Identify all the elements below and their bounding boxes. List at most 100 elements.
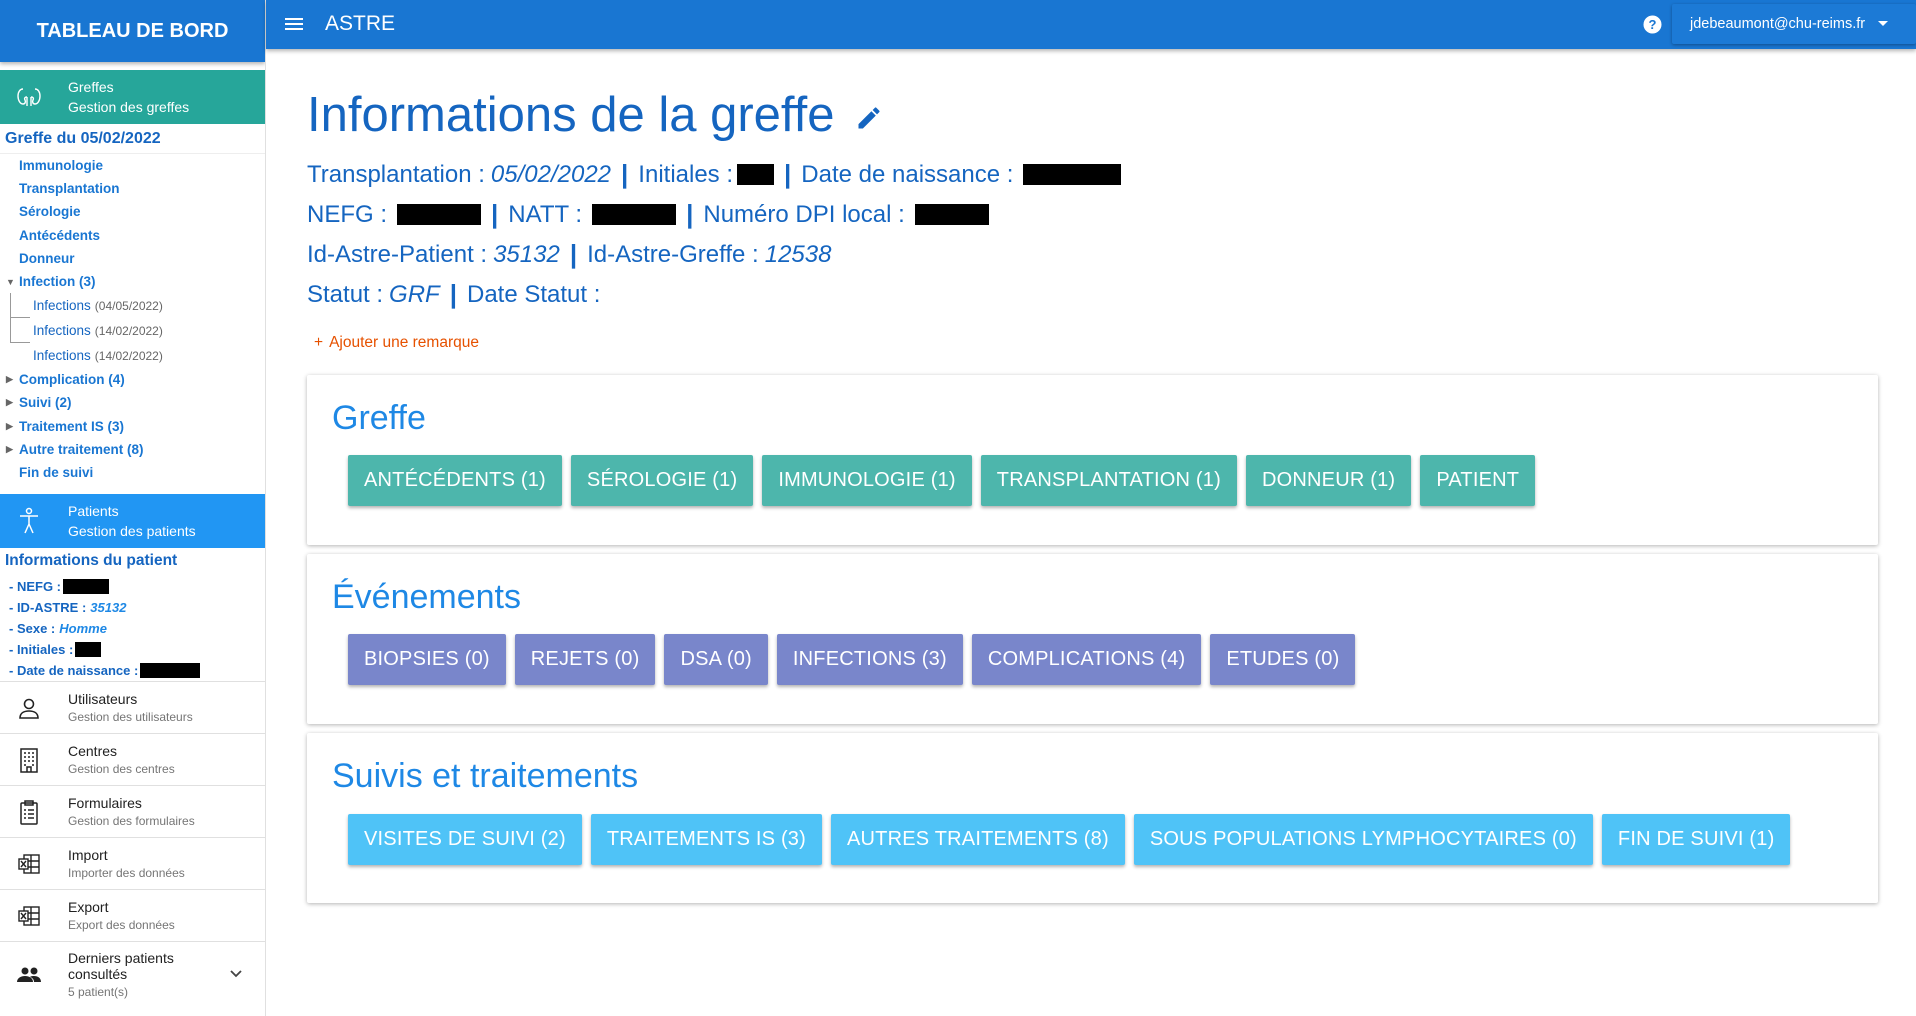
separator: | bbox=[449, 279, 457, 309]
tree-item-immunologie[interactable]: Immunologie bbox=[0, 154, 265, 177]
patient-nefg: - NEFG : bbox=[5, 576, 265, 597]
tree-subitem-infection[interactable]: Infections (14/02/2022) bbox=[0, 343, 265, 368]
menu-item-export[interactable]: Export Export des données bbox=[0, 889, 265, 941]
etudes-button[interactable]: ETUDES (0) bbox=[1210, 634, 1356, 685]
immunologie-button[interactable]: IMMUNOLOGIE (1) bbox=[762, 455, 972, 506]
sous-populations-button[interactable]: SOUS POPULATIONS LYMPHOCYTAIRES (0) bbox=[1133, 814, 1593, 865]
menu-label: Derniers patients consultés bbox=[68, 950, 174, 983]
patient-idastre: - ID-ASTRE : 35132 bbox=[5, 597, 265, 618]
user-menu-button[interactable]: jdebeaumont@chu-reims.fr bbox=[1672, 4, 1916, 44]
tree-item-traitement-is[interactable]: ▶ Traitement IS (3) bbox=[0, 415, 265, 438]
menu-item-derniers-patients[interactable]: Derniers patients consultés 5 patient(s) bbox=[0, 941, 265, 1007]
transplantation-value: 05/02/2022 bbox=[490, 160, 612, 188]
menu-sub: 5 patient(s) bbox=[68, 985, 129, 1000]
redacted-value bbox=[63, 579, 109, 595]
traitements-is-button[interactable]: TRAITEMENTS IS (3) bbox=[590, 814, 822, 865]
caret-right-icon[interactable]: ▶ bbox=[6, 421, 13, 432]
help-icon[interactable]: ? bbox=[1643, 15, 1662, 34]
excel-import-icon bbox=[14, 849, 44, 879]
statut-value: GRF bbox=[389, 280, 440, 308]
people-icon bbox=[14, 960, 44, 990]
menu-item-centres[interactable]: Centres Gestion des centres bbox=[0, 733, 265, 785]
building-icon bbox=[14, 745, 44, 775]
redacted-value bbox=[592, 204, 677, 225]
nefg-label: - NEFG : bbox=[9, 579, 61, 595]
sexe-value: Homme bbox=[59, 621, 107, 637]
serologie-button[interactable]: SÉROLOGIE (1) bbox=[570, 455, 754, 506]
svg-text:?: ? bbox=[1649, 17, 1657, 32]
tree-item-suivi-label: Suivi (2) bbox=[19, 395, 72, 411]
caret-right-icon[interactable]: ▶ bbox=[6, 374, 13, 385]
tree-item-donneur[interactable]: Donneur bbox=[0, 247, 265, 270]
date-statut-label: Date Statut : bbox=[467, 280, 601, 308]
fin-de-suivi-button[interactable]: FIN DE SUIVI (1) bbox=[1601, 814, 1791, 865]
id-patient-value: 35132 bbox=[493, 240, 560, 268]
complications-button[interactable]: COMPLICATIONS (4) bbox=[971, 634, 1202, 685]
dashboard-title[interactable]: TABLEAU DE BORD bbox=[0, 0, 265, 62]
transplantation-button[interactable]: TRANSPLANTATION (1) bbox=[980, 455, 1237, 506]
add-remark-label: Ajouter une remarque bbox=[329, 334, 479, 351]
tree-item-complication[interactable]: ▶ Complication (4) bbox=[0, 368, 265, 391]
donneur-button[interactable]: DONNEUR (1) bbox=[1245, 455, 1412, 506]
caret-down-icon bbox=[1878, 21, 1888, 26]
menu-label: Centres bbox=[68, 743, 118, 760]
app-title: ASTRE bbox=[325, 12, 396, 35]
caret-right-icon[interactable]: ▶ bbox=[6, 444, 13, 455]
tree-connector bbox=[10, 293, 30, 319]
tree-item-serologie[interactable]: Sérologie bbox=[0, 200, 265, 223]
sidebar-section-greffes[interactable]: Greffes Gestion des greffes bbox=[0, 70, 265, 124]
separator: | bbox=[784, 159, 792, 189]
idastre-label: - ID-ASTRE : bbox=[9, 600, 87, 616]
transplantation-label: Transplantation : bbox=[307, 160, 485, 188]
menu-item-import[interactable]: Import Importer des données bbox=[0, 837, 265, 889]
excel-export-icon bbox=[14, 901, 44, 931]
tree-item-suivi[interactable]: ▶ Suivi (2) bbox=[0, 391, 265, 414]
user-email: jdebeaumont@chu-reims.fr bbox=[1690, 16, 1866, 32]
autres-traitements-button[interactable]: AUTRES TRAITEMENTS (8) bbox=[831, 814, 1125, 865]
infections-button[interactable]: INFECTIONS (3) bbox=[776, 634, 963, 685]
visites-de-suivi-button[interactable]: VISITES DE SUIVI (2) bbox=[348, 814, 582, 865]
kidneys-icon bbox=[14, 82, 44, 112]
patient-button[interactable]: PATIENT bbox=[1420, 455, 1536, 506]
plus-icon: + bbox=[314, 334, 324, 351]
person-icon bbox=[14, 506, 44, 536]
tree-item-fin-de-suivi[interactable]: Fin de suivi bbox=[0, 461, 265, 484]
menu-icon[interactable] bbox=[284, 14, 304, 34]
tree-subitem-infection[interactable]: Infections (04/05/2022) bbox=[0, 293, 265, 319]
redacted-value bbox=[75, 642, 102, 658]
antecedents-button[interactable]: ANTÉCÉDENTS (1) bbox=[348, 455, 562, 506]
tree-item-antecedents[interactable]: Antécédents bbox=[0, 224, 265, 247]
menu-item-formulaires[interactable]: Formulaires Gestion des formulaires bbox=[0, 785, 265, 837]
caret-right-icon[interactable]: ▶ bbox=[6, 397, 13, 408]
caret-down-icon[interactable]: ▼ bbox=[6, 277, 15, 287]
tree-item-infection[interactable]: ▼ Infection (3) bbox=[0, 270, 265, 293]
page-title: Informations de la greffe bbox=[307, 88, 835, 142]
section-suivis-traitements: Suivis et traitements VISITES DE SUIVI (… bbox=[307, 733, 1878, 903]
sexe-label: - Sexe : bbox=[9, 621, 56, 637]
tree-item-autre-traitement[interactable]: ▶ Autre traitement (8) bbox=[0, 438, 265, 461]
initiales-label: Initiales : bbox=[638, 160, 734, 188]
sidebar-section-patients[interactable]: Patients Gestion des patients bbox=[0, 494, 265, 549]
tree-subitem-infection[interactable]: Infections (14/02/2022) bbox=[0, 318, 265, 344]
biopsies-button[interactable]: BIOPSIES (0) bbox=[348, 634, 506, 685]
dsa-button[interactable]: DSA (0) bbox=[664, 634, 768, 685]
menu-item-utilisateurs[interactable]: Utilisateurs Gestion des utilisateurs bbox=[0, 681, 265, 733]
tree-item-transplantation[interactable]: Transplantation bbox=[0, 177, 265, 200]
sidebar: TABLEAU DE BORD Greffes Gestion des gref… bbox=[0, 0, 266, 1016]
redacted-value bbox=[737, 164, 775, 185]
greffe-title[interactable]: Greffe du 05/02/2022 bbox=[0, 124, 265, 154]
tree-item-traitement-is-label: Traitement IS (3) bbox=[19, 418, 125, 434]
tree-connector bbox=[10, 318, 30, 344]
patient-naissance: - Date de naissance : bbox=[5, 660, 265, 681]
tree-item-autre-traitement-label: Autre traitement (8) bbox=[19, 441, 144, 457]
patients-label: Patients bbox=[68, 503, 119, 520]
rejets-button[interactable]: REJETS (0) bbox=[514, 634, 656, 685]
patient-sexe: - Sexe : Homme bbox=[5, 618, 265, 639]
idastre-value: 35132 bbox=[90, 600, 127, 616]
separator: | bbox=[569, 239, 578, 269]
menu-sub: Gestion des centres bbox=[68, 762, 175, 777]
add-remark-button[interactable]: + Ajouter une remarque bbox=[314, 334, 479, 352]
separator: | bbox=[686, 199, 694, 229]
edit-icon[interactable] bbox=[855, 104, 885, 134]
chevron-down-icon[interactable] bbox=[229, 966, 243, 984]
